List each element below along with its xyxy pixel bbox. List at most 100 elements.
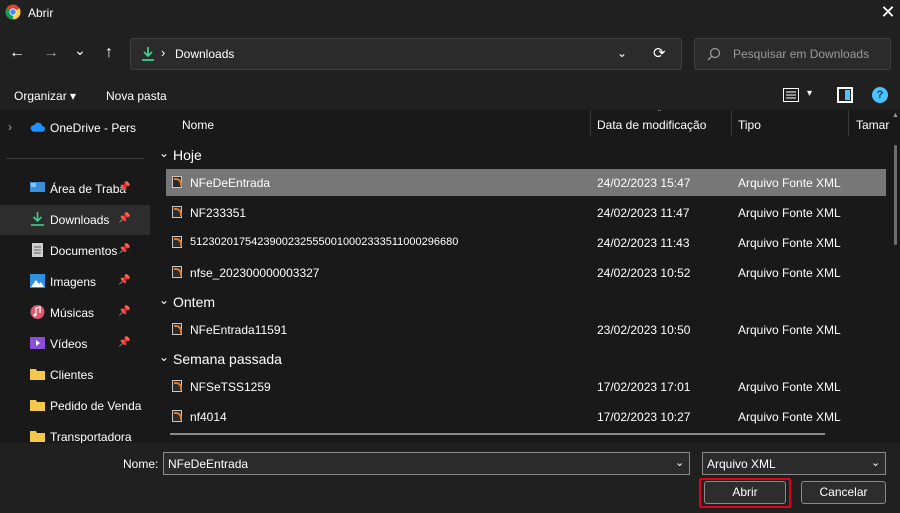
up-button[interactable]: ↑: [98, 43, 120, 65]
forward-button[interactable]: →: [40, 43, 62, 65]
sidebar-item-clientes[interactable]: Clientes: [0, 360, 150, 390]
file-date: 24/02/2023 10:52: [597, 266, 691, 280]
chrome-icon: [5, 4, 21, 20]
file-date: 23/02/2023 10:50: [597, 323, 691, 337]
file-type-select[interactable]: Arquivo XML ⌄: [702, 452, 886, 475]
xml-file-icon: [172, 176, 182, 188]
column-header-date[interactable]: Data de modificação: [597, 118, 706, 146]
scroll-up-arrow-icon[interactable]: ▲: [892, 112, 899, 119]
chevron-down-icon: ⌄: [871, 457, 881, 469]
file-name-label: Nome:: [123, 457, 159, 471]
pin-icon[interactable]: 📌: [118, 213, 130, 224]
sidebar-item-music[interactable]: Músicas 📌: [0, 298, 150, 328]
desktop-icon: [30, 182, 45, 192]
file-date: 17/02/2023 10:27: [597, 410, 691, 424]
sidebar-item-onedrive[interactable]: › OneDrive - Pers: [0, 113, 150, 143]
file-type: Arquivo Fonte XML: [738, 410, 841, 424]
address-dropdown-icon[interactable]: ⌄: [617, 46, 627, 60]
cancel-button[interactable]: Cancelar: [801, 481, 886, 504]
address-bar[interactable]: › Downloads ⌄ ⟳: [130, 38, 682, 70]
sidebar-divider: [6, 158, 144, 159]
file-type: Arquivo Fonte XML: [738, 380, 841, 394]
pin-icon[interactable]: 📌: [118, 306, 130, 317]
file-date: 24/02/2023 15:47: [597, 176, 691, 190]
file-date: 24/02/2023 11:47: [597, 206, 690, 220]
open-button[interactable]: Abrir: [704, 481, 786, 504]
close-button[interactable]: ✕: [876, 0, 900, 26]
vertical-scrollbar-thumb[interactable]: [894, 145, 897, 245]
cloud-icon: [30, 122, 45, 132]
file-name: NF233351: [190, 206, 247, 220]
sidebar-item-label: Transportadora: [50, 430, 132, 443]
file-row[interactable]: NF233351 24/02/2023 11:47 Arquivo Fonte …: [166, 199, 886, 226]
file-row[interactable]: NFeEntrada11591 23/02/2023 10:50 Arquivo…: [166, 316, 886, 343]
search-input[interactable]: Pesquisar em Downloads: [733, 47, 869, 61]
file-name: NFeEntrada11591: [190, 323, 288, 337]
group-collapse-icon[interactable]: ⌄: [159, 293, 169, 307]
column-separator[interactable]: [848, 110, 849, 136]
xml-file-icon: [172, 206, 182, 218]
organize-button[interactable]: Organizar ▾: [14, 89, 76, 103]
refresh-icon[interactable]: ⟳: [653, 44, 666, 62]
breadcrumb-chevron-icon: ›: [161, 45, 166, 60]
pin-icon[interactable]: 📌: [118, 182, 130, 193]
view-list-icon[interactable]: [783, 88, 799, 102]
sidebar-item-label: Pedido de Venda: [50, 399, 142, 413]
file-row[interactable]: nf4014 17/02/2023 10:27 Arquivo Fonte XM…: [166, 403, 886, 430]
column-separator[interactable]: [590, 110, 591, 136]
xml-file-icon: [172, 236, 182, 248]
sidebar-item-label: Imagens: [50, 275, 97, 289]
folder-icon: [30, 400, 45, 411]
expand-chevron-icon[interactable]: ›: [8, 120, 12, 134]
file-row[interactable]: NFSeTSS1259 17/02/2023 17:01 Arquivo Fon…: [166, 373, 886, 400]
sidebar-item-label: Downloads: [50, 213, 110, 227]
sidebar-item-pedido-de-venda[interactable]: Pedido de Venda: [0, 391, 150, 421]
search-box[interactable]: Pesquisar em Downloads: [694, 38, 891, 70]
file-name: nfse_202300000003327: [190, 266, 320, 280]
sidebar-item-videos[interactable]: Vídeos 📌: [0, 329, 150, 359]
column-separator[interactable]: [731, 110, 732, 136]
sidebar-item-pictures[interactable]: Imagens 📌: [0, 267, 150, 297]
file-name-dropdown-icon[interactable]: ⌄: [675, 456, 684, 469]
group-header-last-week[interactable]: Semana passada: [173, 351, 282, 367]
file-type: Arquivo Fonte XML: [738, 323, 841, 337]
group-collapse-icon[interactable]: ⌄: [159, 146, 169, 160]
group-header-yesterday[interactable]: Ontem: [173, 294, 215, 310]
file-list[interactable]: Nome ⌃ Data de modificação Tipo Tamar ⌄ …: [152, 110, 900, 443]
documents-icon: [32, 243, 43, 257]
sidebar-item-label: Documentos: [50, 244, 118, 258]
sidebar-item-documents[interactable]: Documentos 📌: [0, 236, 150, 266]
sort-indicator-icon: ⌃: [656, 110, 663, 117]
column-header-size[interactable]: Tamar: [856, 118, 889, 146]
search-icon: [707, 47, 721, 61]
sidebar-item-label: Músicas: [50, 306, 95, 320]
pin-icon[interactable]: 📌: [118, 337, 130, 348]
pin-icon[interactable]: 📌: [118, 275, 130, 286]
sidebar-item-label: OneDrive - Pers: [50, 121, 137, 135]
navigation-pane[interactable]: › OneDrive - Pers Área de Traba 📌 Downlo…: [0, 110, 150, 443]
file-name-input[interactable]: [163, 452, 690, 475]
column-header-type[interactable]: Tipo: [738, 118, 761, 146]
breadcrumb-downloads[interactable]: Downloads: [175, 47, 234, 61]
column-header-name[interactable]: Nome: [182, 118, 214, 146]
horizontal-scrollbar-thumb[interactable]: [170, 433, 825, 435]
help-icon[interactable]: ?: [872, 87, 888, 103]
back-button[interactable]: ←: [6, 43, 28, 65]
sidebar-item-label: Área de Traba: [50, 182, 127, 196]
file-row[interactable]: nfse_202300000003327 24/02/2023 10:52 Ar…: [166, 259, 886, 286]
group-header-today[interactable]: Hoje: [173, 147, 202, 163]
file-type: Arquivo Fonte XML: [738, 266, 841, 280]
new-folder-button[interactable]: Nova pasta: [106, 89, 167, 103]
sidebar-item-desktop[interactable]: Área de Traba 📌: [0, 174, 150, 204]
view-dropdown-icon[interactable]: ▾: [807, 88, 812, 99]
file-row[interactable]: NFeDeEntrada 24/02/2023 15:47 Arquivo Fo…: [166, 169, 886, 196]
group-collapse-icon[interactable]: ⌄: [159, 350, 169, 364]
pin-icon[interactable]: 📌: [118, 244, 130, 255]
sidebar-item-transportadora[interactable]: Transportadora: [0, 422, 150, 443]
sidebar-item-downloads[interactable]: Downloads 📌: [0, 205, 150, 235]
preview-pane-icon[interactable]: [837, 87, 853, 103]
download-icon: [142, 47, 154, 61]
file-row[interactable]: 5123020175423900232555001000233351100029…: [166, 229, 886, 256]
recent-locations-button[interactable]: ⌄: [69, 43, 91, 65]
music-icon: [30, 305, 45, 319]
